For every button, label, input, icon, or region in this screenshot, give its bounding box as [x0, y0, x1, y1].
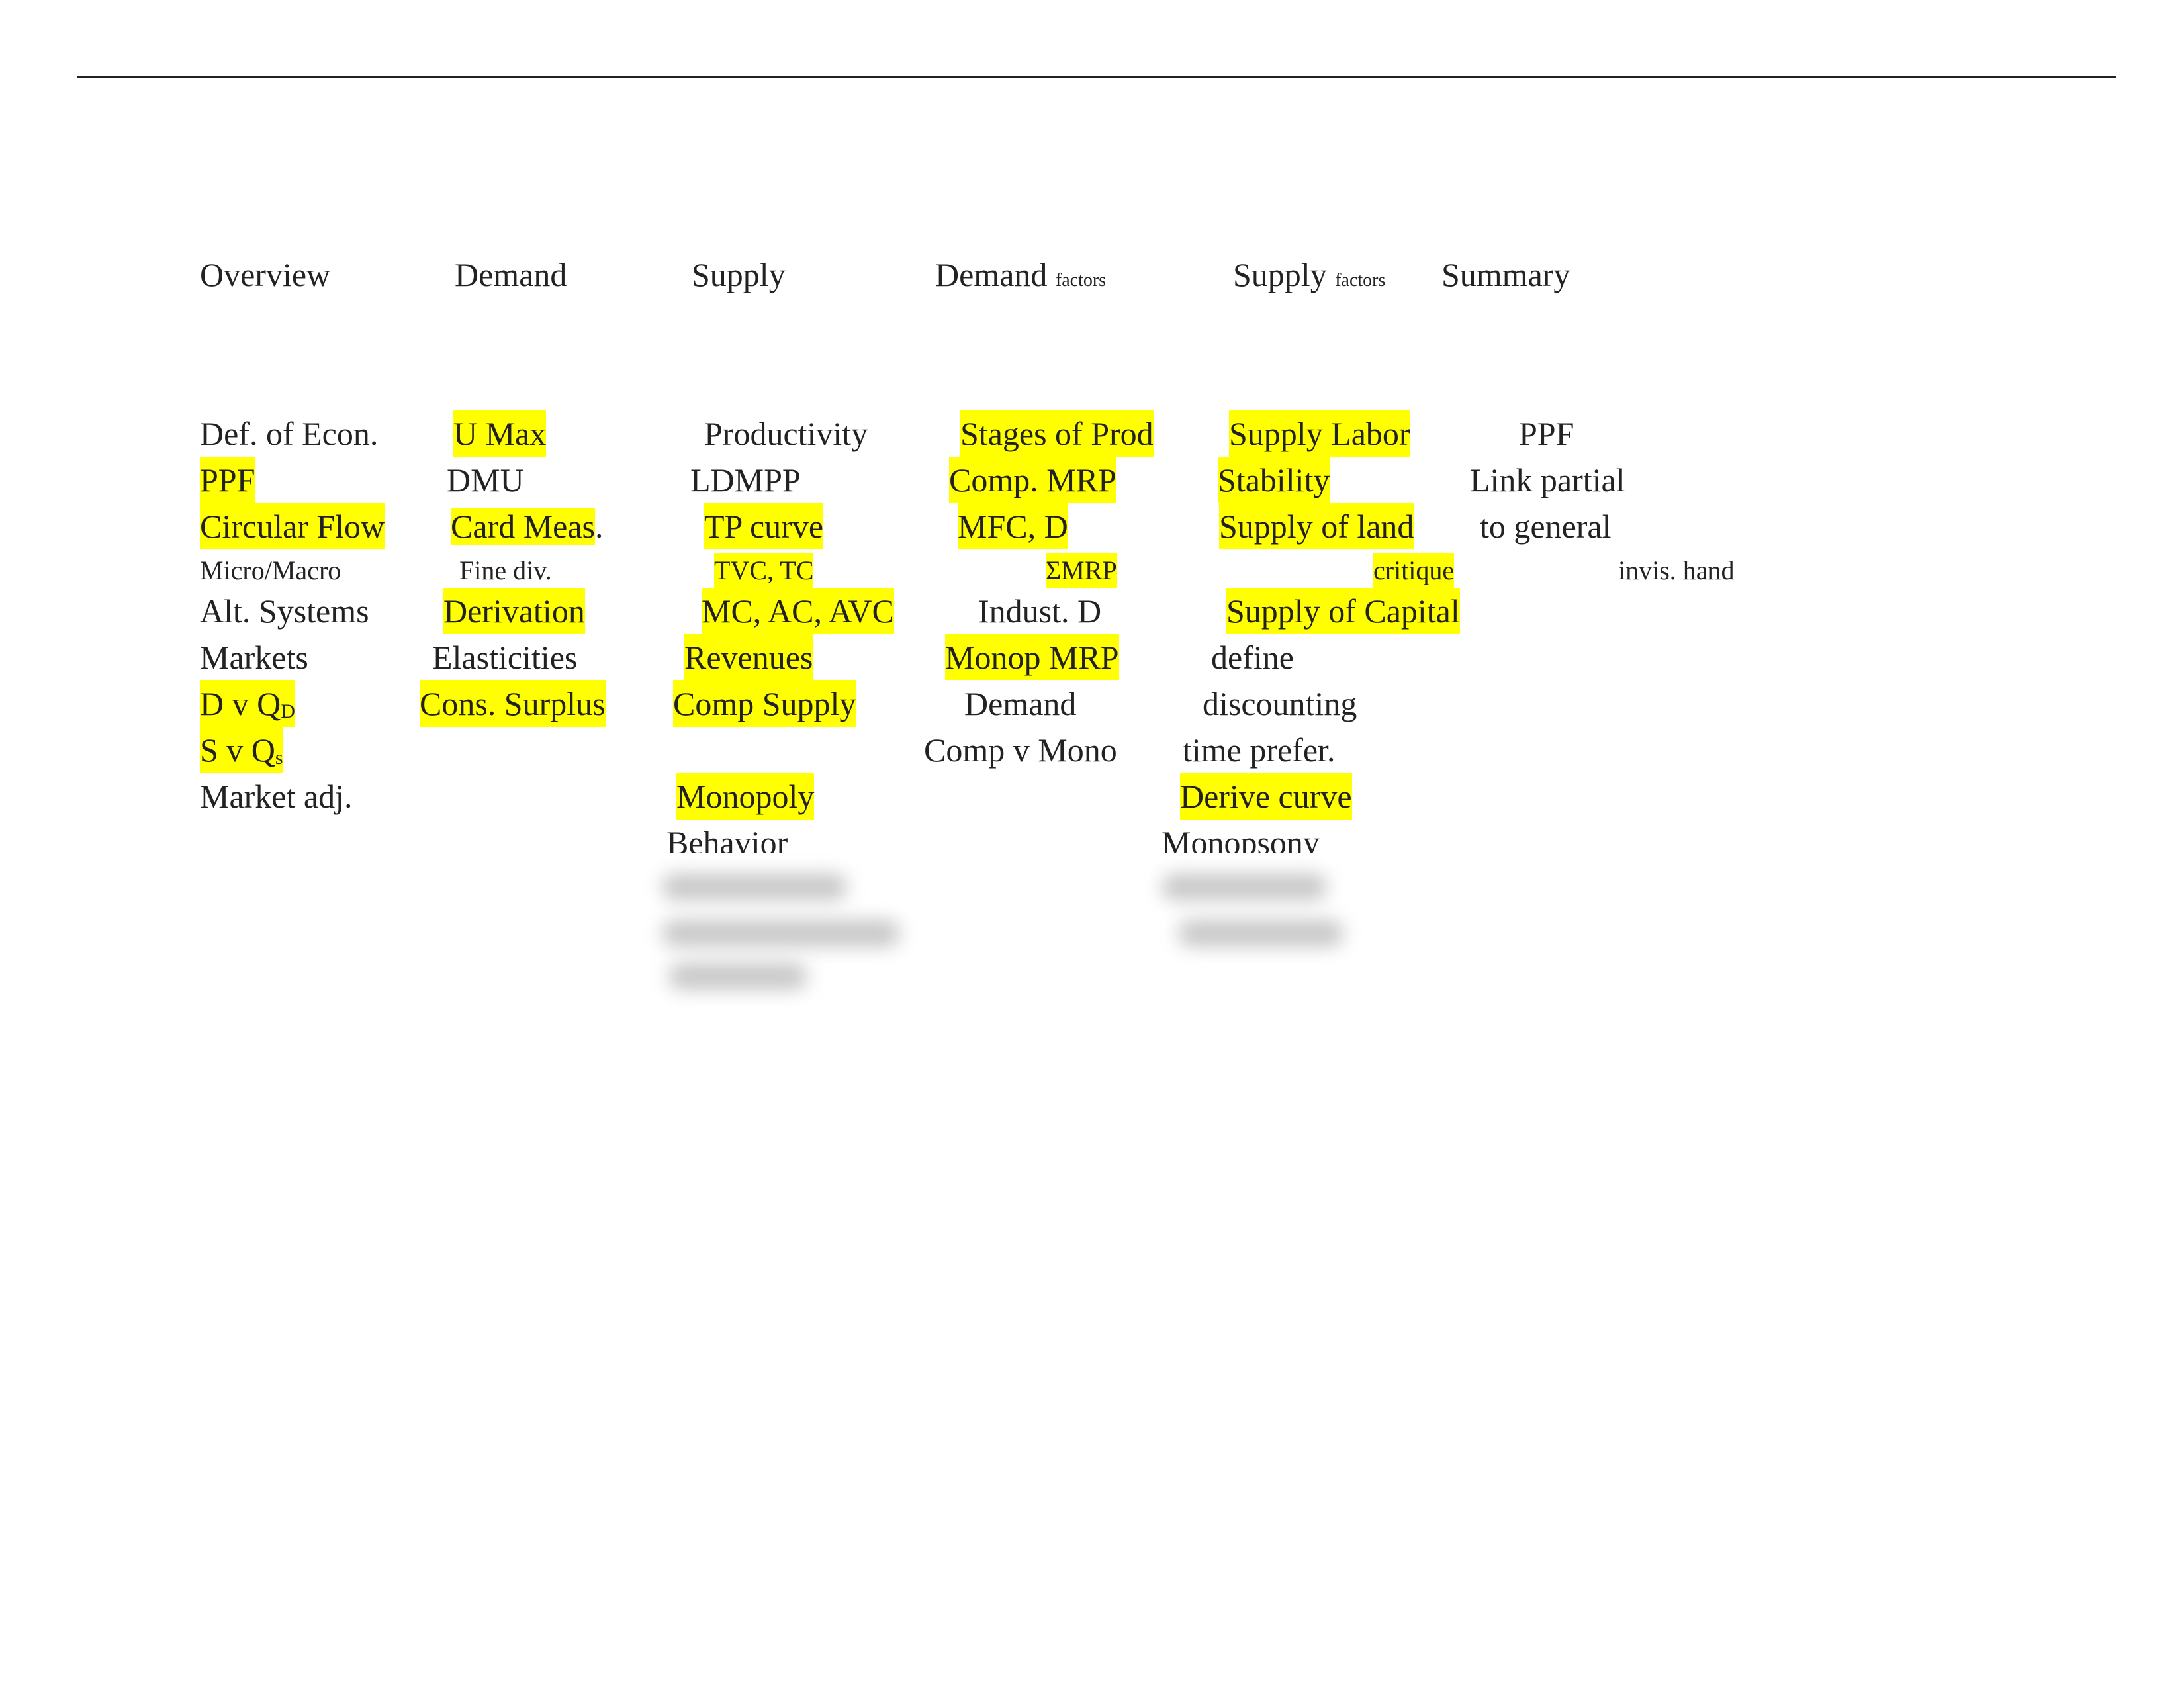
- list-item: Market adj.: [200, 778, 353, 815]
- list-item: U Max: [453, 410, 547, 457]
- list-item: to general: [1480, 508, 1612, 545]
- list-item: Stability: [1218, 457, 1330, 503]
- list-item: MFC, D: [958, 503, 1068, 549]
- blurred-text: [662, 874, 847, 900]
- list-item: Monop MRP: [945, 634, 1119, 680]
- list-item: Markets: [200, 639, 308, 676]
- list-item: Derivation: [443, 588, 585, 634]
- list-item: D v QD: [200, 680, 295, 727]
- list-item: Indust. D: [978, 592, 1102, 630]
- list-item: Revenues: [684, 634, 813, 680]
- list-item: define: [1211, 639, 1294, 676]
- header-demand-factors: Demand factors: [935, 252, 1106, 304]
- list-item: LDMPP: [690, 461, 801, 498]
- list-item: TVC, TC: [714, 553, 814, 588]
- list-item: Monopsony: [1161, 824, 1320, 853]
- list-item: Link partial: [1470, 461, 1625, 498]
- header-overview: Overview: [200, 256, 331, 293]
- item-text: .: [595, 508, 604, 545]
- list-item: Comp v Mono: [924, 731, 1117, 769]
- list-item: Supply of Capital: [1226, 588, 1460, 634]
- blurred-text: [1178, 920, 1343, 947]
- list-item: Cons. Surplus: [420, 680, 606, 727]
- top-rule: [77, 76, 2116, 78]
- list-item: invis. hand: [1618, 555, 1735, 585]
- list-item: MC, AC, AVC: [702, 588, 894, 634]
- header-summary: Summary: [1441, 256, 1570, 293]
- list-item: Fine div.: [459, 555, 552, 585]
- blurred-text: [668, 963, 807, 990]
- list-item: Comp Supply: [673, 680, 856, 727]
- list-item: PPF: [1519, 415, 1574, 452]
- list-item: PPF: [200, 457, 255, 503]
- list-item: Stages of Prod: [960, 410, 1154, 457]
- header-supply: Supply: [692, 256, 786, 293]
- list-item: Supply Labor: [1229, 410, 1410, 457]
- list-item: Circular Flow: [200, 503, 385, 549]
- list-item: Elasticities: [432, 639, 578, 676]
- list-item: Derive curve: [1180, 773, 1352, 820]
- list-item: Def. of Econ.: [200, 415, 379, 452]
- item-text: Card Meas: [451, 508, 595, 545]
- list-item: Micro/Macro: [200, 555, 341, 585]
- item-text: D v Q: [200, 685, 281, 722]
- list-item: Alt. Systems: [200, 592, 369, 630]
- list-item: Productivity: [704, 415, 868, 452]
- list-item: discounting: [1203, 685, 1357, 722]
- subscript: D: [281, 700, 295, 722]
- header-subscript: factors: [1055, 270, 1107, 291]
- header-text: Demand: [935, 256, 1048, 293]
- list-item: critique: [1373, 553, 1455, 588]
- list-item: Behavior: [666, 824, 788, 853]
- subscript: s: [275, 747, 283, 769]
- item-text: S v Q: [200, 731, 275, 769]
- blurred-text: [662, 920, 900, 947]
- blurred-text: [1161, 874, 1327, 900]
- list-item: Card Meas.: [451, 503, 604, 549]
- list-item: TP curve: [704, 503, 824, 549]
- header-demand: Demand: [455, 256, 567, 293]
- list-item: Supply of land: [1219, 503, 1414, 549]
- list-item: Comp. MRP: [949, 457, 1116, 503]
- header-subscript: factors: [1335, 270, 1386, 291]
- list-item: Demand: [964, 685, 1077, 722]
- header-supply-factors: Supply factors: [1233, 252, 1385, 304]
- list-item: Monopoly: [676, 773, 815, 820]
- header-text: Supply: [1233, 256, 1327, 293]
- list-item: time prefer.: [1183, 731, 1336, 769]
- list-item: S v Qs: [200, 727, 283, 773]
- list-item: DMU: [447, 461, 524, 498]
- list-item: ΣMRP: [1046, 553, 1117, 588]
